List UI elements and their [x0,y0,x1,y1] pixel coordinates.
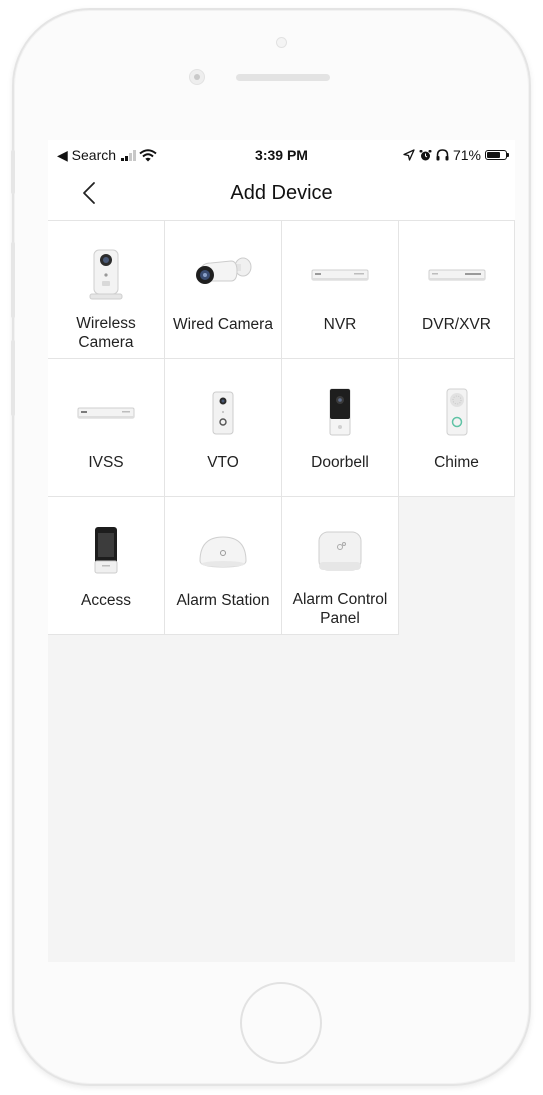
status-right: 71% [403,147,509,163]
mute-switch [11,150,15,194]
device-tile-wireless-camera[interactable]: Wireless Camera [48,221,165,359]
proximity-sensor [276,37,287,48]
bullet-camera-icon [196,257,252,284]
device-label: Doorbell [311,454,369,471]
navigation-bar: Add Device [48,168,515,220]
device-tile-ivss[interactable]: IVSS [48,359,165,497]
dvr-recorder-icon [428,269,485,281]
device-tile-nvr[interactable]: NVR [282,221,399,359]
device-tile-dvr-xvr[interactable]: DVR/XVR [399,221,515,359]
device-tile-wired-camera[interactable]: Wired Camera [165,221,282,359]
alarm-control-panel-icon [318,531,362,571]
device-label: VTO [207,454,239,471]
home-button[interactable] [240,982,322,1064]
device-label: Alarm Station [176,592,270,609]
device-tile-access[interactable]: Access [48,497,165,635]
device-tile-alarm-station[interactable]: Alarm Station [165,497,282,635]
device-tile-chime[interactable]: Chime [399,359,515,497]
device-label: Chime [434,454,479,471]
front-camera [189,69,205,85]
device-type-grid: Wireless Camera Wired Camera NVR DVR/XVR… [48,220,515,635]
device-tile-vto[interactable]: VTO [165,359,282,497]
alarm-station-icon [199,536,247,568]
headphones-icon [436,149,449,161]
volume-down-button [11,340,15,416]
battery-icon [485,150,509,160]
chime-icon [446,388,467,436]
volume-up-button [11,242,15,318]
device-label: Access [81,592,131,609]
vto-intercom-icon [212,391,234,435]
alarm-clock-icon [419,149,432,160]
app-screen: ◀ Search 3:39 PM 71% Add Device Wireless… [48,140,515,962]
wireless-camera-icon [89,249,123,300]
device-tile-doorbell[interactable]: Doorbell [282,359,399,497]
ivss-recorder-icon [77,407,135,419]
device-label: Wireless Camera [76,315,136,351]
battery-percent: 71% [452,147,481,163]
doorbell-icon [329,388,351,436]
device-label: DVR/XVR [422,316,491,333]
device-label: IVSS [88,454,124,471]
device-label: NVR [323,316,357,333]
device-label: Wired Camera [173,316,273,333]
access-terminal-icon [94,527,118,574]
status-bar: ◀ Search 3:39 PM 71% [48,140,515,168]
nvr-recorder-icon [311,269,369,281]
device-tile-alarm-control-panel[interactable]: Alarm Control Panel [282,497,399,635]
location-arrow-icon [403,149,415,161]
device-label: Alarm Control Panel [292,591,388,627]
page-title: Add Device [230,182,333,204]
earpiece-speaker [236,74,330,81]
